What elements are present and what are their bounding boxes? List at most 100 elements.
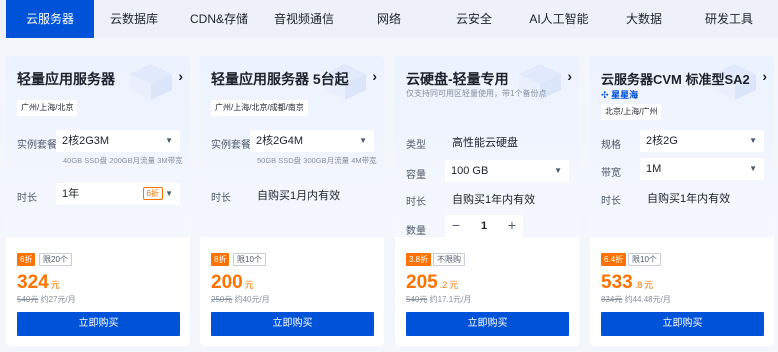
spec-note: 40GB SSD盘 200GB月流量 3M带宽 bbox=[63, 156, 183, 165]
price-value: 205 bbox=[406, 272, 438, 293]
caret-down-icon: ▼ bbox=[749, 164, 757, 173]
duration-value: 自购买1月内有效 bbox=[257, 190, 341, 202]
type-label: 类型 bbox=[406, 140, 426, 151]
capacity-select[interactable]: 100 GB ▼ bbox=[445, 160, 569, 182]
duration-select-value: 1年 bbox=[62, 188, 80, 200]
tab-dev-tools[interactable]: 研发工具 bbox=[684, 0, 774, 38]
product-tabs: 云服务器 云数据库 CDN&存储 音视频通信 网络 云安全 AI人工智能 大数据… bbox=[0, 0, 778, 38]
card-title[interactable]: 云硬盘-轻量专用 bbox=[406, 69, 509, 89]
tab-big-data[interactable]: 大数据 bbox=[604, 0, 684, 38]
spec-select[interactable]: 2核2G ▼ bbox=[640, 130, 764, 152]
discount-badge: 3.8折 bbox=[406, 253, 432, 266]
increment-button[interactable]: + bbox=[501, 215, 523, 237]
purchase-panel: 3.8折 不限购 205.2 元 540元 约17.1元/月 立即购买 bbox=[395, 237, 579, 346]
spec-select[interactable]: 2核2G4M ▼ bbox=[250, 130, 374, 152]
original-price: 250元 约40元/月 bbox=[211, 294, 270, 305]
buy-now-button[interactable]: 立即购买 bbox=[406, 312, 569, 336]
duration-label: 时长 bbox=[17, 193, 37, 204]
card-subtitle: 仅支持同可用区轻量使用，带1个备份点 bbox=[406, 89, 547, 98]
tab-av-communication[interactable]: 音视频通信 bbox=[264, 0, 344, 38]
price: 324 元 bbox=[17, 272, 60, 294]
decrement-button[interactable]: − bbox=[445, 215, 467, 237]
buy-now-button[interactable]: 立即购买 bbox=[601, 312, 764, 336]
monthly-price: 约44.48元/月 bbox=[624, 295, 671, 304]
tab-cdn-storage[interactable]: CDN&存储 bbox=[174, 0, 264, 38]
duration-value: 自购买1年内有效 bbox=[452, 194, 536, 206]
original-price: 834元 约44.48元/月 bbox=[601, 294, 671, 305]
spec-label: 实例套餐 bbox=[17, 140, 57, 151]
region-tag: 北京/上海/广州 bbox=[601, 104, 662, 120]
monthly-price: 约27元/月 bbox=[40, 295, 76, 304]
duration-value: 自购买1年内有效 bbox=[647, 193, 731, 205]
limit-badge: 限10个 bbox=[628, 253, 661, 266]
quantity-value[interactable]: 1 bbox=[467, 215, 501, 237]
price: 533.8 元 bbox=[601, 272, 653, 294]
duration-label: 时长 bbox=[601, 196, 621, 207]
spec-select-value: 2核2G4M bbox=[256, 135, 304, 147]
caret-down-icon: ▼ bbox=[359, 136, 367, 145]
spec-select-value: 2核2G3M bbox=[62, 135, 110, 147]
tab-network[interactable]: 网络 bbox=[344, 0, 434, 38]
tab-ai[interactable]: AI人工智能 bbox=[514, 0, 604, 38]
original-price-value: 540元 bbox=[406, 295, 428, 304]
chevron-right-icon[interactable]: › bbox=[372, 68, 377, 84]
price-decimal: .8 bbox=[634, 280, 643, 290]
purchase-panel: 6.4折 限10个 533.8 元 834元 约44.48元/月 立即购买 bbox=[590, 237, 774, 346]
monthly-price: 约17.1元/月 bbox=[429, 295, 472, 304]
limit-badge: 不限购 bbox=[433, 253, 465, 266]
quantity-label: 数量 bbox=[406, 226, 426, 237]
caret-down-icon: ▼ bbox=[165, 136, 173, 145]
product-card-cvm-sa2: › 云服务器CVM 标准型SA2 ✣ 星星海 北京/上海/广州 规格 2核2G … bbox=[590, 56, 774, 346]
bandwidth-select[interactable]: 1M ▼ bbox=[640, 158, 764, 180]
product-card-lighthouse: › 轻量应用服务器 广州/上海/北京 实例套餐 2核2G3M ▼ 40GB SS… bbox=[6, 56, 190, 346]
buy-now-button[interactable]: 立即购买 bbox=[17, 312, 180, 336]
caret-down-icon: ▼ bbox=[554, 166, 562, 175]
card-title[interactable]: 轻量应用服务器 bbox=[17, 69, 115, 89]
region-tag: 广州/上海/北京 bbox=[17, 100, 78, 116]
spec-select[interactable]: 2核2G3M ▼ bbox=[56, 130, 180, 152]
purchase-panel: 8折 限10个 200 元 250元 约40元/月 立即购买 bbox=[200, 237, 384, 346]
chevron-right-icon[interactable]: › bbox=[762, 68, 767, 84]
region-tag: 广州/上海/北京/成都/南京 bbox=[211, 100, 308, 116]
star-logo-icon: ✣ bbox=[601, 90, 609, 100]
brand-tag: ✣ 星星海 bbox=[601, 88, 638, 101]
buy-now-button[interactable]: 立即购买 bbox=[211, 312, 374, 336]
price-value: 324 bbox=[17, 272, 49, 293]
card-title[interactable]: 云服务器CVM 标准型SA2 bbox=[601, 69, 750, 88]
price-value: 533 bbox=[601, 272, 633, 293]
cube-decoration-icon bbox=[130, 64, 172, 100]
limit-badge: 限20个 bbox=[39, 253, 72, 266]
tab-cloud-database[interactable]: 云数据库 bbox=[94, 0, 174, 38]
price-value: 200 bbox=[211, 272, 243, 293]
monthly-price: 约40元/月 bbox=[234, 295, 270, 304]
price-unit: 元 bbox=[50, 280, 60, 290]
spec-note: 50GB SSD盘 300GB月流量 4M带宽 bbox=[257, 156, 377, 165]
chevron-right-icon[interactable]: › bbox=[178, 68, 183, 84]
tab-cloud-security[interactable]: 云安全 bbox=[434, 0, 514, 38]
quantity-stepper: − 1 + bbox=[445, 215, 523, 237]
product-grid: › 轻量应用服务器 广州/上海/北京 实例套餐 2核2G3M ▼ 40GB SS… bbox=[6, 56, 774, 346]
chevron-right-icon[interactable]: › bbox=[567, 68, 572, 84]
discount-badge: 8折 bbox=[211, 253, 230, 266]
product-card-lighthouse-bulk: › 轻量应用服务器 5台起 广州/上海/北京/成都/南京 实例套餐 2核2G4M… bbox=[200, 56, 384, 346]
original-price-value: 540元 bbox=[17, 295, 39, 304]
original-price-value: 250元 bbox=[211, 295, 233, 304]
type-value: 高性能云硬盘 bbox=[452, 137, 518, 149]
price-unit: 元 bbox=[244, 280, 254, 290]
price-decimal: .2 bbox=[439, 280, 448, 290]
limit-badge: 限10个 bbox=[233, 253, 266, 266]
duration-discount-badge: 6折 bbox=[142, 187, 163, 200]
original-price: 540元 约17.1元/月 bbox=[406, 294, 471, 305]
bandwidth-label: 带宽 bbox=[601, 168, 621, 179]
original-price: 540元 约27元/月 bbox=[17, 294, 76, 305]
capacity-label: 容量 bbox=[406, 170, 426, 181]
spec-select-value: 2核2G bbox=[646, 135, 678, 147]
price: 200 元 bbox=[211, 272, 254, 294]
price-unit: 元 bbox=[449, 280, 459, 290]
card-title[interactable]: 轻量应用服务器 5台起 bbox=[211, 69, 349, 89]
discount-badge: 6.4折 bbox=[601, 253, 627, 266]
spec-label: 规格 bbox=[601, 140, 621, 151]
tab-cloud-server[interactable]: 云服务器 bbox=[6, 0, 94, 38]
original-price-value: 834元 bbox=[601, 295, 623, 304]
duration-select[interactable]: 1年 6折 ▼ bbox=[56, 183, 180, 205]
